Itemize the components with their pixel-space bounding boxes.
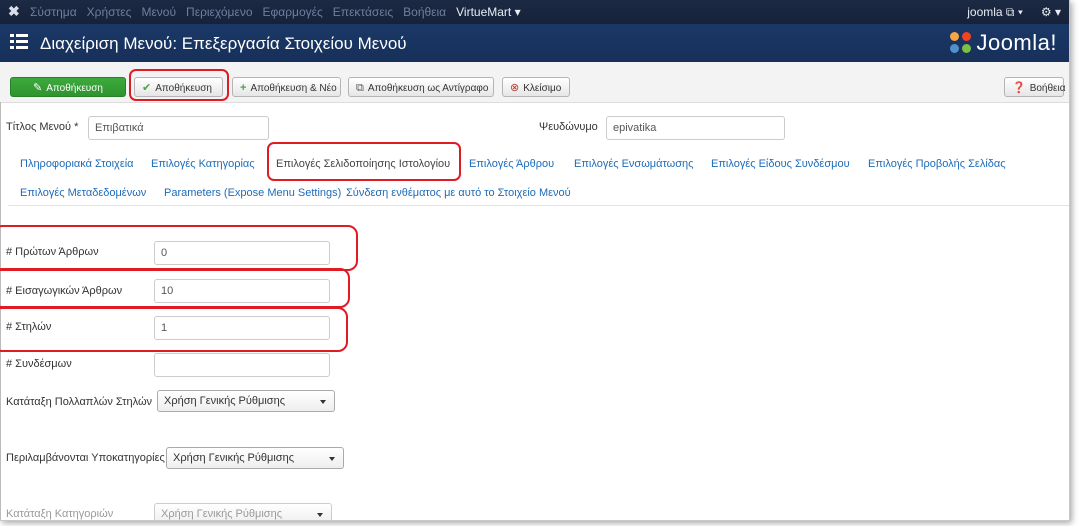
menu-help[interactable]: Βοήθεια [403, 5, 446, 19]
menu-components[interactable]: Εφαρμογές [263, 5, 323, 19]
leading-articles-highlight [0, 225, 358, 271]
tab-link-type-options[interactable]: Επιλογές Είδους Συνδέσμου [711, 158, 850, 170]
blog-tab-highlight [267, 142, 461, 181]
category-order-label: Κατάταξη Κατηγοριών [6, 508, 114, 520]
joomla-icon[interactable]: ✖ [8, 3, 20, 20]
list-icon [10, 34, 28, 50]
alias-input[interactable]: epivatika [606, 116, 785, 140]
tab-metadata-options[interactable]: Επιλογές Μεταδεδομένων [20, 187, 146, 199]
edit-icon: ✎ [33, 82, 43, 94]
page-title: Διαχείριση Μενού: Επεξεργασία Στοιχείου … [40, 34, 407, 53]
category-order-select[interactable]: Χρήση Γενικής Ρύθμισης [154, 503, 332, 520]
menu-menus[interactable]: Μενού [141, 5, 176, 19]
question-circle-icon: ❓ [1012, 82, 1026, 94]
admin-menu: Σύστημα Χρήστες Μενού Περιεχόμενο Εφαρμο… [30, 5, 521, 19]
menu-content[interactable]: Περιεχόμενο [186, 5, 252, 19]
tab-category-options[interactable]: Επιλογές Κατηγορίας [151, 158, 255, 170]
close-circle-icon: ⊗ [510, 82, 520, 94]
admin-menubar: ✖ Σύστημα Χρήστες Μενού Περιεχόμενο Εφαρ… [0, 0, 1069, 24]
save-copy-button[interactable]: ⧉ Αποθήκευση ως Αντίγραφο [348, 77, 494, 97]
plus-icon: + [240, 82, 247, 94]
save-new-button[interactable]: + Αποθήκευση & Νέο [232, 77, 341, 97]
include-subcategories-select[interactable]: Χρήση Γενικής Ρύθμισης [166, 447, 344, 469]
links-label: # Συνδέσμων [6, 358, 72, 370]
settings-gear-icon[interactable]: ⚙ ▾ [1041, 5, 1061, 20]
save-button[interactable]: ✎ Αποθήκευση [10, 77, 126, 97]
tab-integration-options[interactable]: Επιλογές Ενσωμάτωσης [574, 158, 693, 170]
menu-users[interactable]: Χρήστες [87, 5, 132, 19]
tab-parameters[interactable]: Parameters (Expose Menu Settings) [164, 187, 341, 199]
help-button[interactable]: ❓ Βοήθεια [1004, 77, 1066, 97]
joomla-logo: Joomla! [950, 30, 1057, 56]
chevron-down-icon [317, 513, 323, 517]
chevron-down-icon [320, 400, 326, 404]
menu-system[interactable]: Σύστημα [30, 5, 77, 19]
tab-article-options[interactable]: Επιλογές Άρθρου [469, 158, 554, 170]
multi-column-order-label: Κατάταξη Πολλαπλών Στηλών [6, 396, 153, 408]
include-subcategories-label: Περιλαμβάνονται Υποκατηγορίες [6, 452, 165, 464]
tabs-divider [8, 205, 1069, 206]
copy-icon: ⧉ [356, 82, 364, 94]
title-input[interactable]: Επιβατικά [88, 116, 269, 140]
user-menu[interactable]: joomla ⧉ ▾ [967, 5, 1023, 20]
chevron-down-icon [329, 457, 335, 461]
intro-articles-highlight [0, 268, 350, 308]
links-input[interactable] [154, 353, 330, 377]
title-label: Τίτλος Μενού * [6, 121, 79, 133]
close-button[interactable]: ⊗ Κλείσιμο [502, 77, 570, 97]
admin-window: ✖ Σύστημα Χρήστες Μενού Περιεχόμενο Εφαρ… [0, 0, 1070, 521]
joomla-logo-icon [950, 32, 972, 54]
tab-page-display-options[interactable]: Επιλογές Προβολής Σελίδας [868, 158, 1006, 170]
joomla-wordmark: Joomla! [976, 30, 1057, 55]
page-header: Διαχείριση Μενού: Επεξεργασία Στοιχείου … [0, 24, 1069, 62]
alias-label: Ψευδώνυμο [539, 121, 598, 133]
tab-details[interactable]: Πληροφοριακά Στοιχεία [20, 158, 134, 170]
menu-virtuemart[interactable]: VirtueMart ▾ [456, 5, 521, 19]
save-button-highlight [129, 69, 229, 101]
tab-module-assignment[interactable]: Σύνδεση ενθέματος με αυτό το Στοιχείο Με… [346, 187, 571, 199]
columns-highlight [0, 307, 348, 352]
menu-extensions[interactable]: Επεκτάσεις [333, 5, 393, 19]
multi-column-order-select[interactable]: Χρήση Γενικής Ρύθμισης [157, 390, 335, 412]
